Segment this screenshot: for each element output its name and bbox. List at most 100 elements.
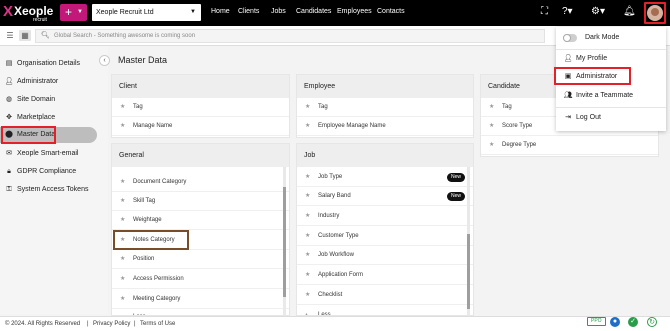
list-item[interactable]: ★ Job Workflow [297,246,473,265]
grid-view-icon[interactable]: ▦ [19,30,31,41]
gear-icon[interactable]: ⚙▾ [591,6,605,17]
reload-icon[interactable]: ↻ [647,317,657,327]
nav-home[interactable]: Home [211,8,230,15]
item-label: Meeting Category [133,296,181,302]
item-label: Checklist [318,292,343,298]
sidebar-item-administrator[interactable]: 👤︎ Administrator [4,74,96,90]
list-item[interactable]: ★ Checklist [297,286,473,305]
scrollbar-thumb[interactable] [467,234,470,309]
menu-item-label: Dark Mode [585,34,620,41]
list-item[interactable]: ★ Document Category [112,173,289,192]
privacy-link[interactable]: Privacy Policy [93,317,130,331]
less-label: Less [318,312,331,316]
key-icon: ⚿ [6,186,12,193]
list-item[interactable]: ★ Customer Type [297,227,473,246]
collapse-sidebar-button[interactable]: ‹ [99,55,110,66]
list-item[interactable]: ★ Tag [297,98,473,117]
item-label: Job Workflow [318,252,354,258]
move-icon: ✥ [6,114,12,121]
item-label: Salary Band [318,193,351,199]
menu-item-my-profile[interactable]: 👤︎ My Profile [561,51,661,67]
menu-item-invite-teammate[interactable]: 👥︎ Invite a Teammate [561,88,661,104]
logo-sub: recruit [33,17,47,23]
help-icon[interactable]: ?▾ [562,6,573,17]
ppo-badge: PPO [587,317,606,326]
list-item[interactable]: ★ Position [112,250,289,269]
list-item[interactable]: ★ Skill Tag [112,192,289,211]
item-label: Manage Name [133,123,173,129]
menu-item-dark-mode[interactable]: Dark Mode [561,30,661,46]
panel-header: Job [297,144,473,167]
nav-candidates[interactable]: Candidates [296,8,331,15]
highlight-notes-category [113,230,189,250]
sidebar-item-access-tokens[interactable]: ⚿ System Access Tokens [4,182,96,198]
list-item[interactable]: ★ Job Type New [297,168,473,187]
terms-link[interactable]: Terms of Use [140,317,175,331]
highlight-master-data [1,126,56,144]
lock-icon: 🔒︎ [7,168,11,175]
logo-word: Xeople [14,4,54,18]
item-label: Position [133,256,155,262]
sidebar-item-organisation-details[interactable]: ▤ Organisation Details [4,56,96,72]
star-icon: ★ [305,174,311,180]
item-label: Degree Type [502,142,537,148]
nav-contacts[interactable]: Contacts [377,8,405,15]
search-icon: 🔍︎ [41,32,50,39]
chevron-up-icon: ▴ [305,312,309,316]
sidebar-item-marketplace[interactable]: ✥ Marketplace [4,110,96,126]
star-icon: ★ [305,233,311,239]
list-item[interactable]: ★ Degree Type [481,136,658,155]
item-label: Tag [133,104,143,110]
star-icon: ★ [120,104,126,110]
list-item[interactable]: ★ Industry [297,207,473,226]
sidebar-item-label: Site Domain [17,96,56,103]
document-icon: ▤ [5,60,13,67]
menu-item-label: Log Out [576,114,601,121]
company-select[interactable]: Xeople Recruit Ltd ▼ [92,4,201,21]
panel-header: Employee [297,75,473,98]
footer: © 2024. All Rights Reserved | Privacy Po… [0,316,670,331]
checkmark-icon[interactable]: ✓ [628,317,638,327]
copyright: © 2024. All Rights Reserved [5,321,81,327]
logo[interactable]: X Xeople recruit [3,3,55,23]
scrollbar-thumb[interactable] [283,187,286,297]
list-item[interactable]: ★ Employee Manage Name [297,117,473,136]
list-item[interactable]: ★ Application Form [297,266,473,285]
bell-icon[interactable]: 🔔︎ [623,6,636,17]
item-label: Customer Type [318,233,359,239]
item-label: Document Category [133,179,187,185]
dark-mode-toggle[interactable] [563,34,577,42]
company-select-value: Xeople Recruit Ltd [96,9,154,16]
sidebar-item-gdpr[interactable]: 🔒︎ GDPR Compliance [4,164,96,180]
list-item[interactable]: ★ Meeting Category [112,290,289,309]
search-input[interactable]: 🔍︎ Global Search - Something awesome is … [35,29,545,43]
list-view-icon[interactable]: ☰ [4,30,16,41]
list-item[interactable]: ★ Weightage [112,211,289,230]
list-item[interactable]: ★ Manage Name [112,117,289,136]
footer-separator: | [87,321,89,327]
sidebar-item-label: Marketplace [17,114,56,121]
fullscreen-icon[interactable]: ⛶ [541,6,548,17]
avatar [647,5,663,21]
star-icon: ★ [120,217,126,223]
avatar-button[interactable] [644,2,666,24]
less-link[interactable]: ▴ Less [297,306,473,316]
user-icon[interactable]: ● [610,317,620,327]
add-new-button[interactable]: + ▼ [60,4,87,21]
list-item[interactable]: ★ Access Permission [112,270,289,289]
list-item[interactable]: ★ Tag [112,98,289,117]
nav-jobs[interactable]: Jobs [271,8,286,15]
star-icon: ★ [305,123,311,129]
search-placeholder: Global Search - Something awesome is com… [54,33,196,39]
list-item[interactable]: ★ Salary Band New [297,187,473,206]
menu-item-label: My Profile [576,55,608,62]
item-label: Application Form [318,272,364,278]
star-icon: ★ [305,193,311,199]
nav-employees[interactable]: Employees [337,8,372,15]
less-link[interactable]: ▴ Less [112,308,289,315]
logout-icon: ⇥ [565,114,571,121]
sidebar-item-site-domain[interactable]: ◍ Site Domain [4,92,96,108]
nav-clients[interactable]: Clients [238,8,259,15]
menu-item-log-out[interactable]: ⇥ Log Out [561,110,661,126]
sidebar-item-smart-email[interactable]: ✉ Xeople Smart-email [4,146,96,162]
